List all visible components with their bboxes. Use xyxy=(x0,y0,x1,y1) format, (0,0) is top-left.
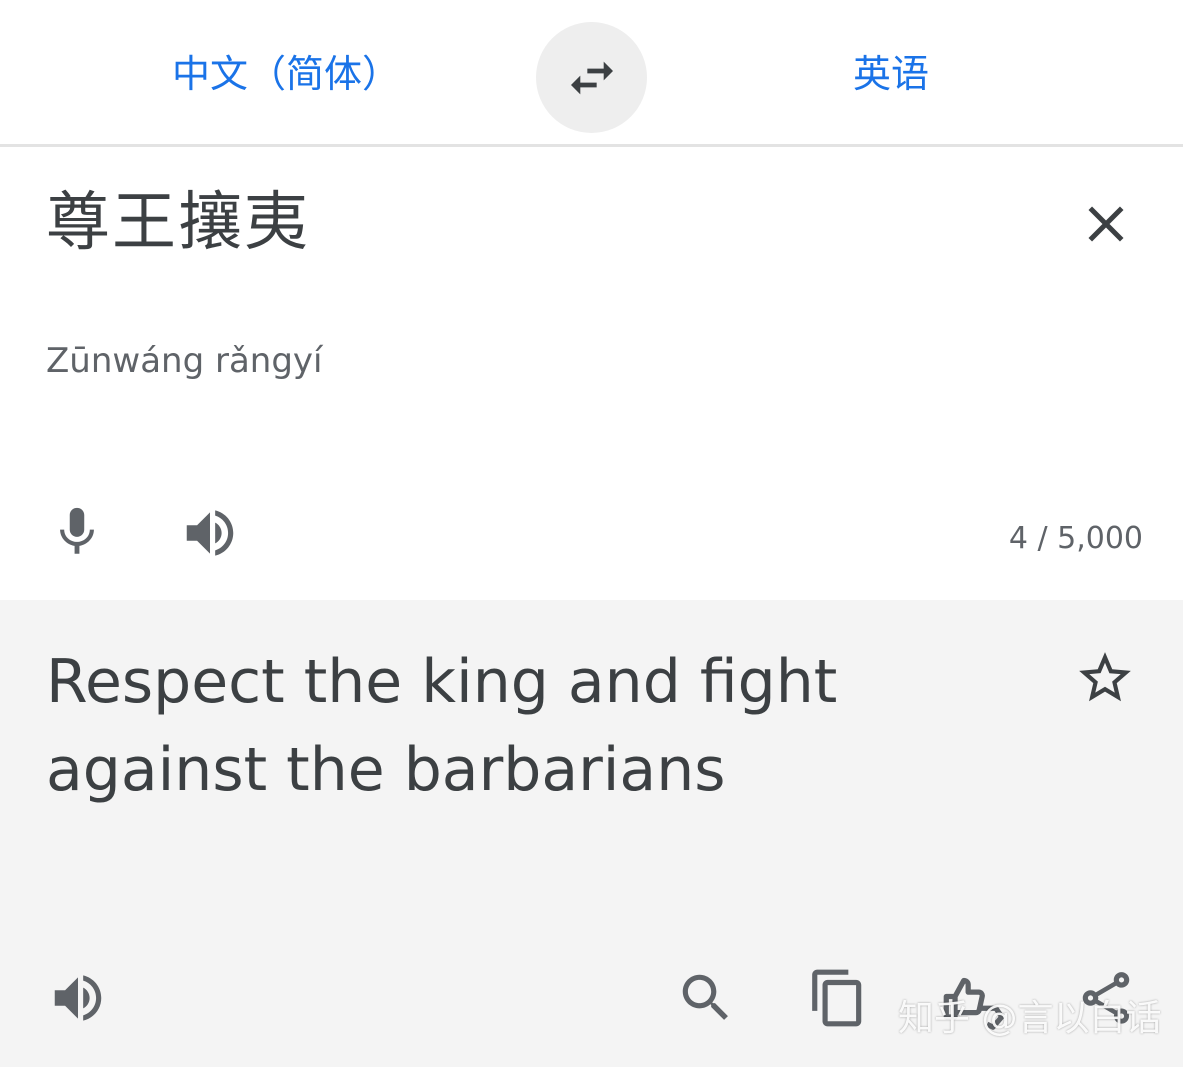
save-translation-button[interactable] xyxy=(1072,645,1138,711)
search-icon xyxy=(682,974,728,1020)
translation-text: Respect the king and fight against the b… xyxy=(46,647,838,805)
source-language-button[interactable]: 中文（简体） xyxy=(172,48,400,100)
translation-panel: Respect the king and fight against the b… xyxy=(0,600,1183,1067)
speaker-icon xyxy=(54,975,102,1021)
swap-languages-button[interactable] xyxy=(536,22,647,133)
search-button[interactable] xyxy=(674,966,738,1030)
transliteration: Zūnwáng rǎngyí xyxy=(46,341,323,381)
voice-input-button[interactable] xyxy=(46,501,108,563)
clear-button[interactable] xyxy=(1076,194,1136,254)
close-icon xyxy=(1088,206,1124,242)
source-panel: 尊王攘夷 Zūnwáng rǎngyí 4 / 5,000 xyxy=(0,147,1183,600)
swap-icon xyxy=(570,61,613,94)
watermark: 知乎 @言以白话 xyxy=(898,998,1162,1039)
result-listen-button[interactable] xyxy=(46,966,110,1030)
copy-icon xyxy=(812,969,862,1027)
copy-button[interactable] xyxy=(806,966,870,1030)
source-text-input[interactable]: 尊王攘夷 xyxy=(46,183,310,263)
target-language-button[interactable]: 英语 xyxy=(853,48,929,100)
source-listen-button[interactable] xyxy=(178,501,242,565)
speaker-icon xyxy=(186,510,234,556)
character-counter: 4 / 5,000 xyxy=(1008,521,1143,556)
star-icon xyxy=(1079,652,1131,702)
microphone-icon xyxy=(60,507,94,554)
language-bar: 中文（简体） 英语 xyxy=(0,0,1183,147)
